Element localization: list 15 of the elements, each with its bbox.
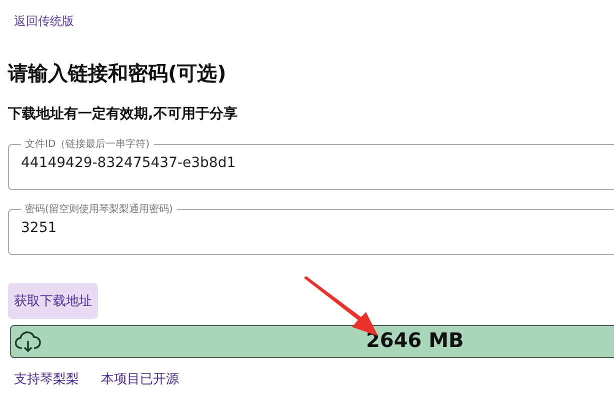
field-label: 文件ID（链接最后一串字符)	[24, 138, 151, 151]
footer-link[interactable]: 本项目已开源	[101, 370, 179, 388]
footer-link[interactable]: 支持琴梨梨	[14, 370, 79, 388]
file-size: 2646 MB	[366, 328, 464, 352]
get-link-button[interactable]: 获取下载地址	[8, 283, 98, 319]
page-heading: 请输入链接和密码(可选)	[8, 60, 228, 87]
back-link[interactable]: 返回传统版	[14, 13, 74, 30]
input-field[interactable]: 3251	[21, 216, 581, 244]
text-field[interactable]: 文件ID（链接最后一串字符) 44149429-832475437-e3b8d1	[8, 137, 614, 190]
field-label: 密码(留空则使用琴梨梨通用密码)	[24, 202, 174, 216]
notice-text: 下载地址有一定有效期,不可用于分享	[8, 105, 238, 123]
cloud-download-icon	[15, 330, 41, 352]
input-field[interactable]: 44149429-832475437-e3b8d1	[21, 151, 581, 179]
download-bar[interactable]: 2646 MB	[10, 325, 614, 358]
text-field[interactable]: 密码(留空则使用琴梨梨通用密码) 3251	[8, 202, 614, 255]
